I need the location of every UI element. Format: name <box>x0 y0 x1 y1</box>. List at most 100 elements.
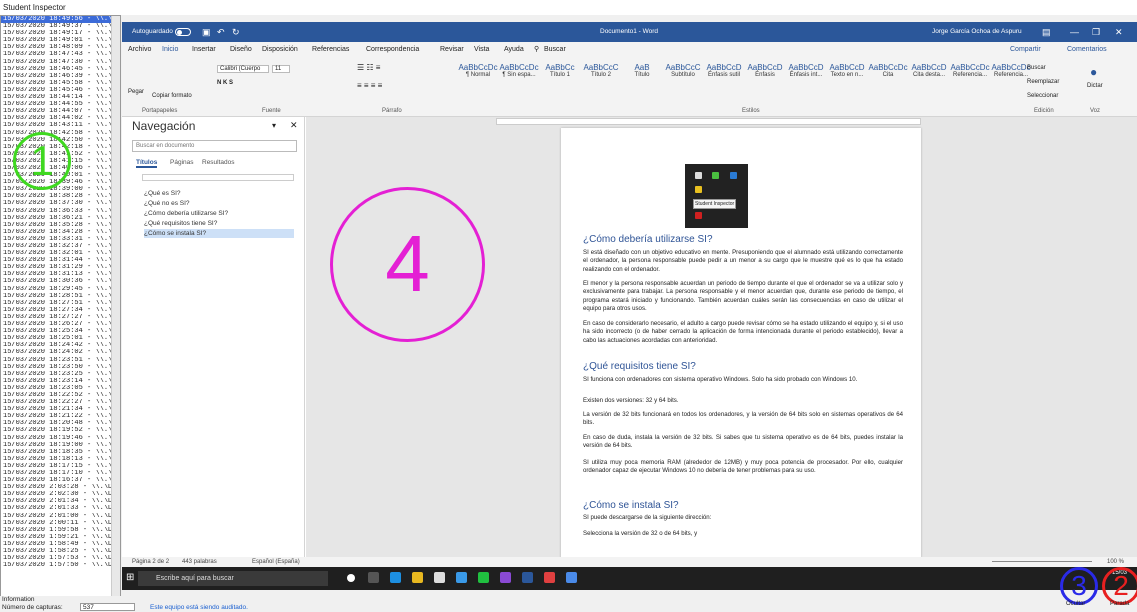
tab-correspondencia[interactable]: Correspondencia <box>366 42 419 57</box>
minimize-icon[interactable]: — <box>1070 22 1079 42</box>
tab-revisar[interactable]: Revisar <box>440 42 464 57</box>
log-entry[interactable]: 15/03/2020 18:16:37 - \\.\DISPLA <box>1 477 120 484</box>
capture-log-list[interactable]: 15/03/2020 18:49:56 - \\.\DISPLA15/03/20… <box>0 15 121 598</box>
style-item[interactable]: AaBbCcC Subtítulo <box>662 63 704 83</box>
log-entry[interactable]: 15/03/2020 2:00:11 - \\.\DISPLAY <box>1 520 120 527</box>
style-item[interactable]: AaBbCcDc Cita <box>867 63 909 83</box>
taskbar-search[interactable]: Escribe aquí para buscar <box>138 571 328 586</box>
log-entry[interactable]: 15/03/2020 18:31:44 - \\.\DISPLA <box>1 257 120 264</box>
ribbon-display-icon[interactable]: ▤ <box>1042 22 1051 42</box>
document-page[interactable]: Student Inspector ¿Cómo debería utilizar… <box>561 128 921 558</box>
log-entry[interactable]: 15/03/2020 18:30:36 - \\.\DISPLA <box>1 278 120 285</box>
log-entry[interactable]: 15/03/2020 18:47:43 - \\.\DISPLA <box>1 51 120 58</box>
nav-heading-item[interactable]: ¿Cómo debería utilizarse SI? <box>144 209 294 218</box>
log-entry[interactable]: 15/03/2020 18:34:28 - \\.\DISPLA <box>1 229 120 236</box>
log-entry[interactable]: 15/03/2020 18:26:27 - \\.\DISPLA <box>1 321 120 328</box>
tab-disposicion[interactable]: Disposición <box>262 42 298 57</box>
chrome-icon[interactable] <box>544 572 555 583</box>
style-item[interactable]: AaB Título <box>621 63 663 83</box>
log-entry[interactable]: 15/03/2020 18:21:34 - \\.\DISPLA <box>1 406 120 413</box>
nav-tab-results[interactable]: Resultados <box>202 159 235 166</box>
log-entry[interactable]: 15/03/2020 18:19:46 - \\.\DISPLA <box>1 435 120 442</box>
undo-icon[interactable]: ↶ <box>217 22 225 42</box>
user-name[interactable]: Jorge García Ochoa de Aspuru <box>932 22 1022 42</box>
log-entry[interactable]: 15/03/2020 18:25:34 - \\.\DISPLA <box>1 328 120 335</box>
save-icon[interactable]: ▣ <box>202 22 211 42</box>
font-name-select[interactable]: Calibri (Cuerpo <box>217 65 269 73</box>
nav-tab-headings[interactable]: Títulos <box>136 159 158 168</box>
nav-heading-item[interactable]: ¿Qué requisitos tiene SI? <box>144 219 294 228</box>
log-entry[interactable]: 15/03/2020 18:45:58 - \\.\DISPLA <box>1 80 120 87</box>
hide-button[interactable]: Ocultar <box>1066 601 1085 607</box>
tab-diseno[interactable]: Diseño <box>230 42 252 57</box>
style-item[interactable]: AaBbCcC Título 2 <box>580 63 622 83</box>
log-entry[interactable]: 15/03/2020 18:33:31 - \\.\DISPLA <box>1 236 120 243</box>
nav-close-icon[interactable]: ✕ <box>290 120 298 131</box>
log-entry[interactable]: 15/03/2020 18:23:05 - \\.\DISPLA <box>1 385 120 392</box>
style-item[interactable]: AaBbCcD Énfasis int... <box>785 63 827 83</box>
log-entry[interactable]: 15/03/2020 18:38:28 - \\.\DISPLA <box>1 193 120 200</box>
log-entry[interactable]: 15/03/2020 18:17:15 - \\.\DISPLA <box>1 463 120 470</box>
spotify-icon[interactable] <box>478 572 489 583</box>
log-entry[interactable]: 15/03/2020 18:17:10 - \\.\DISPLA <box>1 470 120 477</box>
nav-heading-item[interactable]: ¿Qué es SI? <box>144 189 294 198</box>
windows-start-icon[interactable]: ⊞ <box>126 572 134 583</box>
log-entry[interactable]: 15/03/2020 18:23:50 - \\.\DISPLA <box>1 364 120 371</box>
replace-button[interactable]: Reemplazar <box>1027 79 1059 85</box>
log-entry[interactable]: 15/03/2020 18:28:51 - \\.\DISPLA <box>1 293 120 300</box>
style-item[interactable]: AaBbCcDc Referencia... <box>990 63 1032 83</box>
close-icon[interactable]: ✕ <box>1115 22 1123 42</box>
log-entry[interactable]: 15/03/2020 1:59:58 - \\.\DISPLAY <box>1 527 120 534</box>
log-entry[interactable]: 15/03/2020 18:35:28 - \\.\DISPLA <box>1 222 120 229</box>
comments-button[interactable]: Comentarios <box>1067 42 1107 57</box>
style-item[interactable]: AaBbCcDc ¶ Sin espa... <box>498 63 540 83</box>
log-entry[interactable]: 15/03/2020 18:24:42 - \\.\DISPLA <box>1 342 120 349</box>
log-entry[interactable]: 15/03/2020 1:58:25 - \\.\DISPLAY <box>1 548 120 555</box>
microphone-icon[interactable]: ● <box>1090 65 1097 79</box>
log-entry[interactable]: 15/03/2020 18:49:37 - \\.\DISPLA <box>1 23 120 30</box>
word-count[interactable]: 443 palabras <box>182 557 217 567</box>
zoom-slider[interactable] <box>992 561 1092 562</box>
log-entry[interactable]: 15/03/2020 18:36:33 - \\.\DISPLA <box>1 208 120 215</box>
task-view-icon[interactable] <box>368 572 379 583</box>
log-entry[interactable]: 15/03/2020 18:36:21 - \\.\DISPLA <box>1 215 120 222</box>
log-entry[interactable]: 15/03/2020 2:01:33 - \\.\DISPLAY <box>1 505 120 512</box>
redo-icon[interactable]: ↻ <box>232 22 240 42</box>
log-entry[interactable]: 15/03/2020 18:22:52 - \\.\DISPLA <box>1 392 120 399</box>
autosave-toggle[interactable] <box>175 28 191 36</box>
select-button[interactable]: Seleccionar <box>1027 93 1058 99</box>
tab-referencias[interactable]: Referencias <box>312 42 349 57</box>
style-item[interactable]: AaBbCcDc ¶ Normal <box>457 63 499 83</box>
dictate-button[interactable]: Dictar <box>1087 83 1103 89</box>
word-icon[interactable] <box>522 572 533 583</box>
log-entry[interactable]: 15/03/2020 18:18:35 - \\.\DISPLA <box>1 449 120 456</box>
log-entry[interactable]: 15/03/2020 1:59:21 - \\.\DISPLAY <box>1 534 120 541</box>
log-entry[interactable]: 15/03/2020 18:19:52 - \\.\DISPLA <box>1 427 120 434</box>
edge-icon[interactable] <box>390 572 401 583</box>
visual-studio-icon[interactable] <box>500 572 511 583</box>
log-entry[interactable]: 15/03/2020 18:31:29 - \\.\DISPLA <box>1 264 120 271</box>
explorer-icon[interactable] <box>412 572 423 583</box>
maximize-icon[interactable]: ❐ <box>1092 22 1100 42</box>
log-entry[interactable]: 15/03/2020 18:44:55 - \\.\DISPLA <box>1 101 120 108</box>
log-entry[interactable]: 15/03/2020 18:49:17 - \\.\DISPLA <box>1 30 120 37</box>
align-icon[interactable]: ≡ ≡ ≡ ≡ <box>357 81 382 90</box>
app-icon[interactable] <box>566 572 577 583</box>
log-entry[interactable]: 15/03/2020 18:22:27 - \\.\DISPLA <box>1 399 120 406</box>
log-entry[interactable]: 15/03/2020 18:48:09 - \\.\DISPLA <box>1 44 120 51</box>
style-item[interactable]: AaBbCcDc Referencia... <box>949 63 991 83</box>
log-entry[interactable]: 15/03/2020 18:45:46 - \\.\DISPLA <box>1 87 120 94</box>
log-entry[interactable]: 15/03/2020 18:44:02 - \\.\DISPLA <box>1 115 120 122</box>
log-entry[interactable]: 15/03/2020 18:47:30 - \\.\DISPLA <box>1 59 120 66</box>
log-entry[interactable]: 15/03/2020 18:21:22 - \\.\DISPLA <box>1 413 120 420</box>
log-entry[interactable]: 15/03/2020 18:39:00 - \\.\DISPLA <box>1 186 120 193</box>
log-entry[interactable]: 15/03/2020 18:31:13 - \\.\DISPLA <box>1 271 120 278</box>
tab-ayuda[interactable]: Ayuda <box>504 42 524 57</box>
app-icon[interactable] <box>456 572 467 583</box>
log-entry[interactable]: 15/03/2020 18:44:07 - \\.\DISPLA <box>1 108 120 115</box>
font-size-select[interactable]: 11 <box>272 65 290 73</box>
page-count[interactable]: Página 2 de 2 <box>132 557 169 567</box>
log-entry[interactable]: 15/03/2020 18:18:13 - \\.\DISPLA <box>1 456 120 463</box>
style-item[interactable]: AaBbCc Título 1 <box>539 63 581 83</box>
log-entry[interactable]: 15/03/2020 18:37:30 - \\.\DISPLA <box>1 200 120 207</box>
